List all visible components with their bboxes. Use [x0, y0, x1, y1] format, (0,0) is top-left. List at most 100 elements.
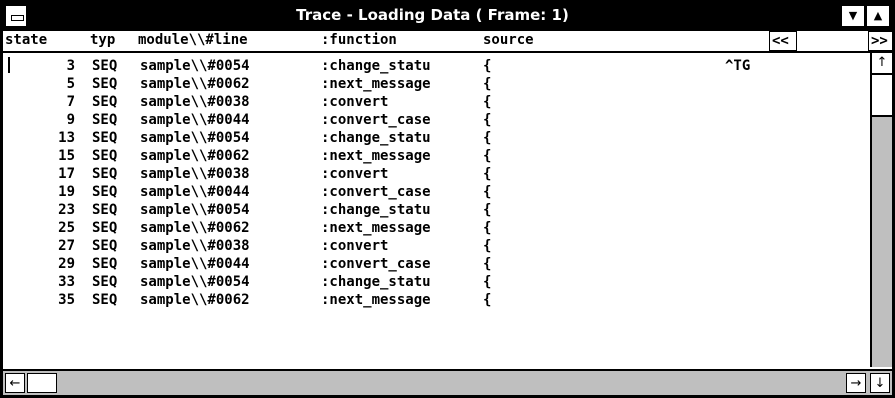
column-header: state typ module\\#line :function source… [3, 31, 892, 53]
module-line-cell: sample\\#0062 [140, 76, 250, 92]
module-line-cell: sample\\#0062 [140, 220, 250, 236]
module-line-cell: sample\\#0062 [140, 148, 250, 164]
source-cell: { [483, 76, 492, 92]
scroll-right-arrow-icon[interactable]: → [846, 373, 866, 393]
module-line-cell: sample\\#0054 [140, 130, 250, 146]
typ-cell: SEQ [92, 94, 118, 110]
function-cell: :next_message [321, 220, 431, 236]
header-module-line: module\\#line [138, 32, 248, 48]
function-cell: :next_message [321, 292, 431, 308]
source-cell: { [483, 94, 492, 110]
vertical-scroll-thumb[interactable] [872, 75, 892, 117]
source-cell: { [483, 202, 492, 218]
scroll-down-arrow-icon[interactable]: ↓ [870, 373, 890, 393]
typ-cell: SEQ [92, 148, 118, 164]
trace-row[interactable]: 5 SEQ sample\\#0062 :next_message { [3, 75, 863, 93]
typ-cell: SEQ [92, 274, 118, 290]
typ-cell: SEQ [92, 76, 118, 92]
function-cell: :change_statu [321, 274, 431, 290]
function-cell: :change_statu [321, 202, 431, 218]
trace-row[interactable]: 29 SEQ sample\\#0044:convert_case { [3, 255, 863, 273]
trace-row[interactable]: 9 SEQ sample\\#0044:convert_case { [3, 111, 863, 129]
typ-cell: SEQ [92, 130, 118, 146]
trace-row[interactable]: 15 SEQ sample\\#0062 :next_message { [3, 147, 863, 165]
trace-row[interactable]: 25 SEQ sample\\#0062 :next_message { [3, 219, 863, 237]
source-cell: { [483, 256, 492, 272]
module-line-cell: sample\\#0054 [140, 274, 250, 290]
source-cell: { [483, 112, 492, 128]
typ-cell: SEQ [92, 292, 118, 308]
function-cell: :convert [321, 238, 389, 254]
trace-row[interactable]: 13 SEQ sample\\#0054 :change_statu { [3, 129, 863, 147]
typ-cell: SEQ [92, 220, 118, 236]
vertical-scrollbar[interactable]: ↑ [870, 53, 892, 367]
module-line-cell: sample\\#0054 [140, 58, 250, 74]
state-cell: 29 [58, 256, 75, 272]
trace-row[interactable]: 7 SEQ sample\\#0038 :convert { [3, 93, 863, 111]
window-title: Trace - Loading Data ( Frame: 1) [296, 6, 569, 24]
function-cell: :convert_case [321, 184, 431, 200]
state-cell: 7 [66, 94, 75, 110]
header-source: source [483, 32, 534, 48]
trace-row[interactable]: 27 SEQ sample\\#0038:convert { [3, 237, 863, 255]
typ-cell: SEQ [92, 166, 118, 182]
source-cell: { [483, 220, 492, 236]
function-cell: :convert [321, 166, 389, 182]
function-cell: :change_statu [321, 130, 431, 146]
source-cell: { [483, 148, 492, 164]
horizontal-scroll-thumb[interactable] [27, 373, 57, 393]
source-cell: { [483, 292, 492, 308]
scroll-up-arrow-icon[interactable]: ↑ [872, 53, 892, 75]
state-cell: 5 [66, 76, 75, 92]
state-cell: 17 [58, 166, 75, 182]
minimize-button[interactable]: ▼ [841, 5, 865, 27]
source-cell: { [483, 130, 492, 146]
state-cell: 9 [66, 112, 75, 128]
title-bar[interactable]: Trace - Loading Data ( Frame: 1) ▼ ▲ [3, 3, 892, 31]
trace-list[interactable]: 3 SEQ sample\\#0054 :change_statu { ^TG 5 SEQ sa… [3, 53, 870, 367]
source-cell: { [483, 166, 492, 182]
module-line-cell: sample\\#0062 [140, 292, 250, 308]
function-cell: :convert [321, 94, 389, 110]
function-cell: :next_message [321, 148, 431, 164]
state-cell: 13 [58, 130, 75, 146]
system-menu-button[interactable] [5, 5, 27, 27]
trace-row[interactable]: 17 SEQ sample\\#0038 :convert { [3, 165, 863, 183]
scroll-columns-left-button[interactable]: << [769, 31, 797, 51]
trace-row[interactable]: 33 SEQ sample\\#0054:change_statu { [3, 273, 863, 291]
source-cell: { [483, 58, 492, 74]
state-cell: 25 [58, 220, 75, 236]
module-line-cell: sample\\#0044 [140, 112, 250, 128]
module-line-cell: sample\\#0038 [140, 94, 250, 110]
source-cell: { [483, 238, 492, 254]
source-text-cell: ^TG [725, 58, 751, 74]
trace-row[interactable]: 3 SEQ sample\\#0054 :change_statu { ^TG [3, 57, 863, 75]
trace-row[interactable]: 23 SEQ sample\\#0054:change_statu { [3, 201, 863, 219]
scroll-columns-right-button[interactable]: >> [868, 31, 892, 51]
state-cell: 3 [66, 58, 75, 74]
header-typ: typ [90, 32, 116, 48]
module-line-cell: sample\\#0038 [140, 238, 250, 254]
source-cell: { [483, 184, 492, 200]
state-cell: 19 [58, 184, 75, 200]
module-line-cell: sample\\#0038 [140, 166, 250, 182]
header-state: state [5, 32, 48, 48]
function-cell: :change_statu [321, 58, 431, 74]
state-cell: 15 [58, 148, 75, 164]
trace-row[interactable]: 35 SEQ sample\\#0062 :next_message { [3, 291, 863, 309]
function-cell: :next_message [321, 76, 431, 92]
typ-cell: SEQ [92, 256, 118, 272]
state-cell: 23 [58, 202, 75, 218]
maximize-button[interactable]: ▲ [866, 5, 890, 27]
typ-cell: SEQ [92, 58, 118, 74]
module-line-cell: sample\\#0044 [140, 184, 250, 200]
scroll-left-arrow-icon[interactable]: ← [5, 373, 25, 393]
trace-row[interactable]: 19 SEQ sample\\#0044:convert_case { [3, 183, 863, 201]
state-cell: 33 [58, 274, 75, 290]
state-cell: 35 [58, 292, 75, 308]
header-function: :function [321, 32, 397, 48]
function-cell: :convert_case [321, 112, 431, 128]
state-cell: 27 [58, 238, 75, 254]
horizontal-scrollbar[interactable]: ← → ↓ [3, 369, 892, 395]
module-line-cell: sample\\#0054 [140, 202, 250, 218]
